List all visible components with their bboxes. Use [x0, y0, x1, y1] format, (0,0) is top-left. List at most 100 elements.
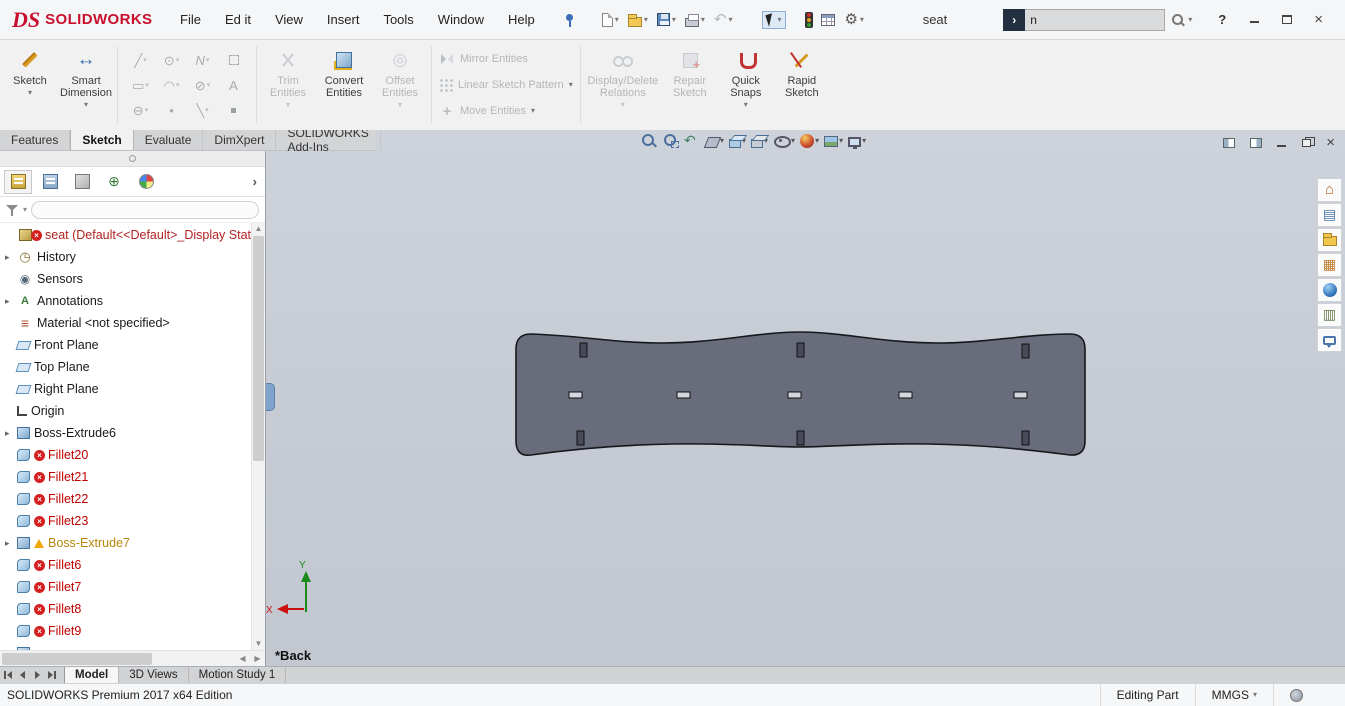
expand-icon[interactable]: ▸: [5, 296, 17, 307]
tab-model[interactable]: Model: [64, 667, 120, 683]
tab-evaluate[interactable]: Evaluate: [134, 130, 204, 150]
configurationmanager-tab[interactable]: [68, 170, 96, 194]
smart-dimension-button[interactable]: Smart Dimension ▾: [58, 40, 114, 130]
minimize-button[interactable]: [1250, 15, 1260, 24]
construction-line-tool-button[interactable]: ╲ ▾: [187, 98, 218, 123]
tab-features[interactable]: Features: [0, 130, 71, 150]
maximize-button[interactable]: [1282, 15, 1293, 24]
filter-icon[interactable]: [6, 203, 19, 216]
tree-item-clipped[interactable]: [0, 642, 251, 650]
chevron-down-icon[interactable]: ▾: [701, 15, 705, 24]
convert-entities-button[interactable]: Convert Entities: [316, 40, 372, 130]
scrollbar-thumb[interactable]: [253, 236, 264, 461]
tree-item-fillet20[interactable]: × Fillet20: [0, 444, 251, 466]
quick-snaps-button[interactable]: Quick Snaps ▾: [718, 40, 774, 130]
tree-item-history[interactable]: ▸ History: [0, 246, 251, 268]
slot-cutout[interactable]: [576, 430, 585, 446]
scroll-down-icon[interactable]: ▼: [252, 638, 265, 650]
solidworks-forum-button[interactable]: [1317, 328, 1342, 352]
apply-scene-button[interactable]: ▾: [824, 134, 843, 147]
tree-item-right-plane[interactable]: Right Plane: [0, 378, 251, 400]
tab-3d-views[interactable]: 3D Views: [119, 667, 189, 683]
scroll-right-icon[interactable]: ▶: [250, 654, 265, 663]
tree-item-fillet6[interactable]: × Fillet6: [0, 554, 251, 576]
selection-box-tool-button[interactable]: [218, 48, 249, 73]
view-settings-button[interactable]: ▾: [848, 135, 866, 149]
chevron-down-icon[interactable]: ▾: [531, 107, 535, 115]
chevron-down-icon[interactable]: ▾: [569, 81, 573, 89]
chevron-down-icon[interactable]: ▾: [176, 56, 180, 64]
solidworks-resources-button[interactable]: [1317, 178, 1342, 202]
line-tool-button[interactable]: ╱ ▾: [125, 48, 156, 73]
doc-close-button[interactable]: ×: [1326, 134, 1335, 152]
design-library-button[interactable]: [1317, 203, 1342, 227]
slot-cutout[interactable]: [787, 391, 802, 399]
view-palette-button[interactable]: [1317, 253, 1342, 277]
close-button[interactable]: ×: [1314, 12, 1323, 27]
spline-tool-button[interactable]: N ▾: [187, 48, 218, 73]
chevron-down-icon[interactable]: ▾: [672, 15, 676, 24]
status-globe-button[interactable]: [1273, 684, 1319, 706]
search-dropdown-icon[interactable]: ▾: [1188, 15, 1192, 24]
tree-item-fillet7[interactable]: × Fillet7: [0, 576, 251, 598]
previous-tab-button[interactable]: [15, 667, 30, 683]
chevron-down-icon[interactable]: ▾: [176, 81, 180, 89]
scrollbar-thumb[interactable]: [2, 652, 152, 665]
pattern-tool-button[interactable]: [218, 98, 249, 123]
chevron-down-icon[interactable]: ▾: [860, 15, 864, 24]
slot-cutout[interactable]: [898, 391, 913, 399]
scroll-left-icon[interactable]: ◀: [235, 654, 250, 663]
menu-help[interactable]: Help: [508, 12, 535, 27]
tree-item-boss-extrude6[interactable]: ▸ Boss-Extrude6: [0, 422, 251, 444]
menu-tools[interactable]: Tools: [383, 12, 413, 27]
text-tool-button[interactable]: A: [218, 73, 249, 98]
tree-item-sensors[interactable]: Sensors: [0, 268, 251, 290]
slot-cutout[interactable]: [1013, 391, 1028, 399]
design-table-button[interactable]: [820, 12, 836, 28]
file-explorer-button[interactable]: [1317, 228, 1342, 252]
chevron-down-icon[interactable]: ▾: [143, 56, 147, 64]
menu-ed-it[interactable]: Ed it: [225, 12, 251, 27]
slot-cutout[interactable]: [1021, 430, 1030, 446]
help-button[interactable]: ?: [1218, 12, 1226, 27]
options-button[interactable]: ⚙ ▾: [843, 10, 864, 29]
chevron-down-icon[interactable]: ▾: [145, 106, 149, 114]
tree-item-origin[interactable]: Origin: [0, 400, 251, 422]
tree-item-fillet23[interactable]: × Fillet23: [0, 510, 251, 532]
tree-item-fillet9[interactable]: × Fillet9: [0, 620, 251, 642]
chevron-down-icon[interactable]: ▾: [207, 81, 211, 89]
search-input[interactable]: [1025, 8, 1166, 31]
menu-file[interactable]: File: [180, 12, 201, 27]
appearances-scenes-button[interactable]: [1317, 278, 1342, 302]
doc-minimize-button[interactable]: [1277, 139, 1287, 148]
chevron-down-icon[interactable]: ▾: [1253, 691, 1257, 699]
custom-properties-button[interactable]: [1317, 303, 1342, 327]
chevron-down-icon[interactable]: ▾: [791, 136, 795, 145]
view-orientation-button[interactable]: ▾: [729, 133, 746, 148]
section-view-button[interactable]: ▾: [703, 134, 724, 148]
chevron-down-icon[interactable]: ▾: [815, 136, 819, 145]
expand-icon[interactable]: ▸: [5, 538, 17, 549]
tree-item-fillet8[interactable]: × Fillet8: [0, 598, 251, 620]
rapid-sketch-button[interactable]: Rapid Sketch: [774, 40, 830, 130]
chevron-down-icon[interactable]: ▾: [286, 101, 290, 109]
chevron-down-icon[interactable]: ▾: [728, 15, 732, 24]
search-commands-icon[interactable]: ›: [1003, 8, 1026, 31]
select-tool-button[interactable]: ▾: [762, 10, 787, 29]
sketch-button[interactable]: Sketch ▾: [2, 40, 58, 130]
tree-item-fillet22[interactable]: × Fillet22: [0, 488, 251, 510]
chevron-down-icon[interactable]: ▾: [644, 15, 648, 24]
edit-appearance-button[interactable]: ▾: [800, 133, 819, 148]
chevron-down-icon[interactable]: ▾: [615, 15, 619, 24]
tree-item-material-not-specified[interactable]: Material <not specified>: [0, 312, 251, 334]
undo-button[interactable]: ↶ ▾: [713, 10, 734, 29]
stoplight-icon[interactable]: [805, 11, 814, 28]
featuremanager-tab[interactable]: [4, 169, 32, 194]
slot-tool-button[interactable]: ⊖ ▾: [125, 98, 156, 123]
panel-grip[interactable]: [0, 151, 265, 167]
slot-cutout[interactable]: [676, 391, 691, 399]
chevron-down-icon[interactable]: ▾: [205, 106, 209, 114]
last-tab-button[interactable]: [45, 667, 60, 683]
menu-window[interactable]: Window: [438, 12, 484, 27]
menu-view[interactable]: View: [275, 12, 303, 27]
